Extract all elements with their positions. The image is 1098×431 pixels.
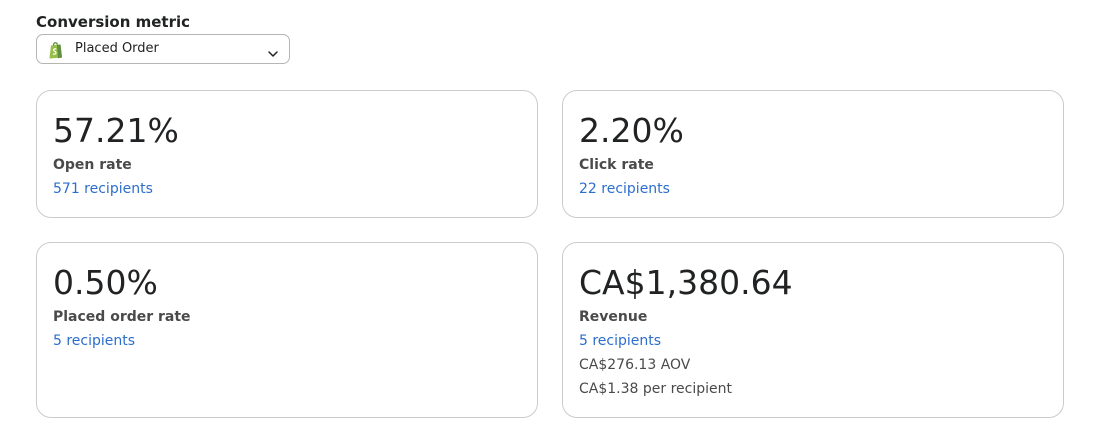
click-rate-card: 2.20% Click rate 22 recipients [562,90,1064,218]
open-rate-recipients-link[interactable]: 571 recipients [53,181,153,197]
click-rate-label: Click rate [579,157,654,173]
placed-order-rate-label: Placed order rate [53,309,191,325]
revenue-per-recipient: CA$1.38 per recipient [579,381,732,397]
open-rate-label: Open rate [53,157,132,173]
placed-order-rate-recipients-link[interactable]: 5 recipients [53,333,135,349]
revenue-card: CA$1,380.64 Revenue 5 recipients CA$276.… [562,242,1064,418]
placed-order-rate-card: 0.50% Placed order rate 5 recipients [36,242,538,418]
placed-order-rate-value: 0.50% [53,263,158,302]
chevron-down-icon [267,44,279,57]
conversion-metric-label: Conversion metric [36,13,191,31]
conversion-metric-value: Placed Order [75,41,159,56]
revenue-recipients-link[interactable]: 5 recipients [579,333,661,349]
conversion-metric-select[interactable]: Placed Order [36,34,290,64]
revenue-value: CA$1,380.64 [579,263,793,302]
click-rate-recipients-link[interactable]: 22 recipients [579,181,670,197]
revenue-label: Revenue [579,309,648,325]
open-rate-value: 57.21% [53,111,179,150]
revenue-aov: CA$276.13 AOV [579,357,691,373]
click-rate-value: 2.20% [579,111,684,150]
open-rate-card: 57.21% Open rate 571 recipients [36,90,538,218]
shopify-bag-icon [48,41,64,59]
